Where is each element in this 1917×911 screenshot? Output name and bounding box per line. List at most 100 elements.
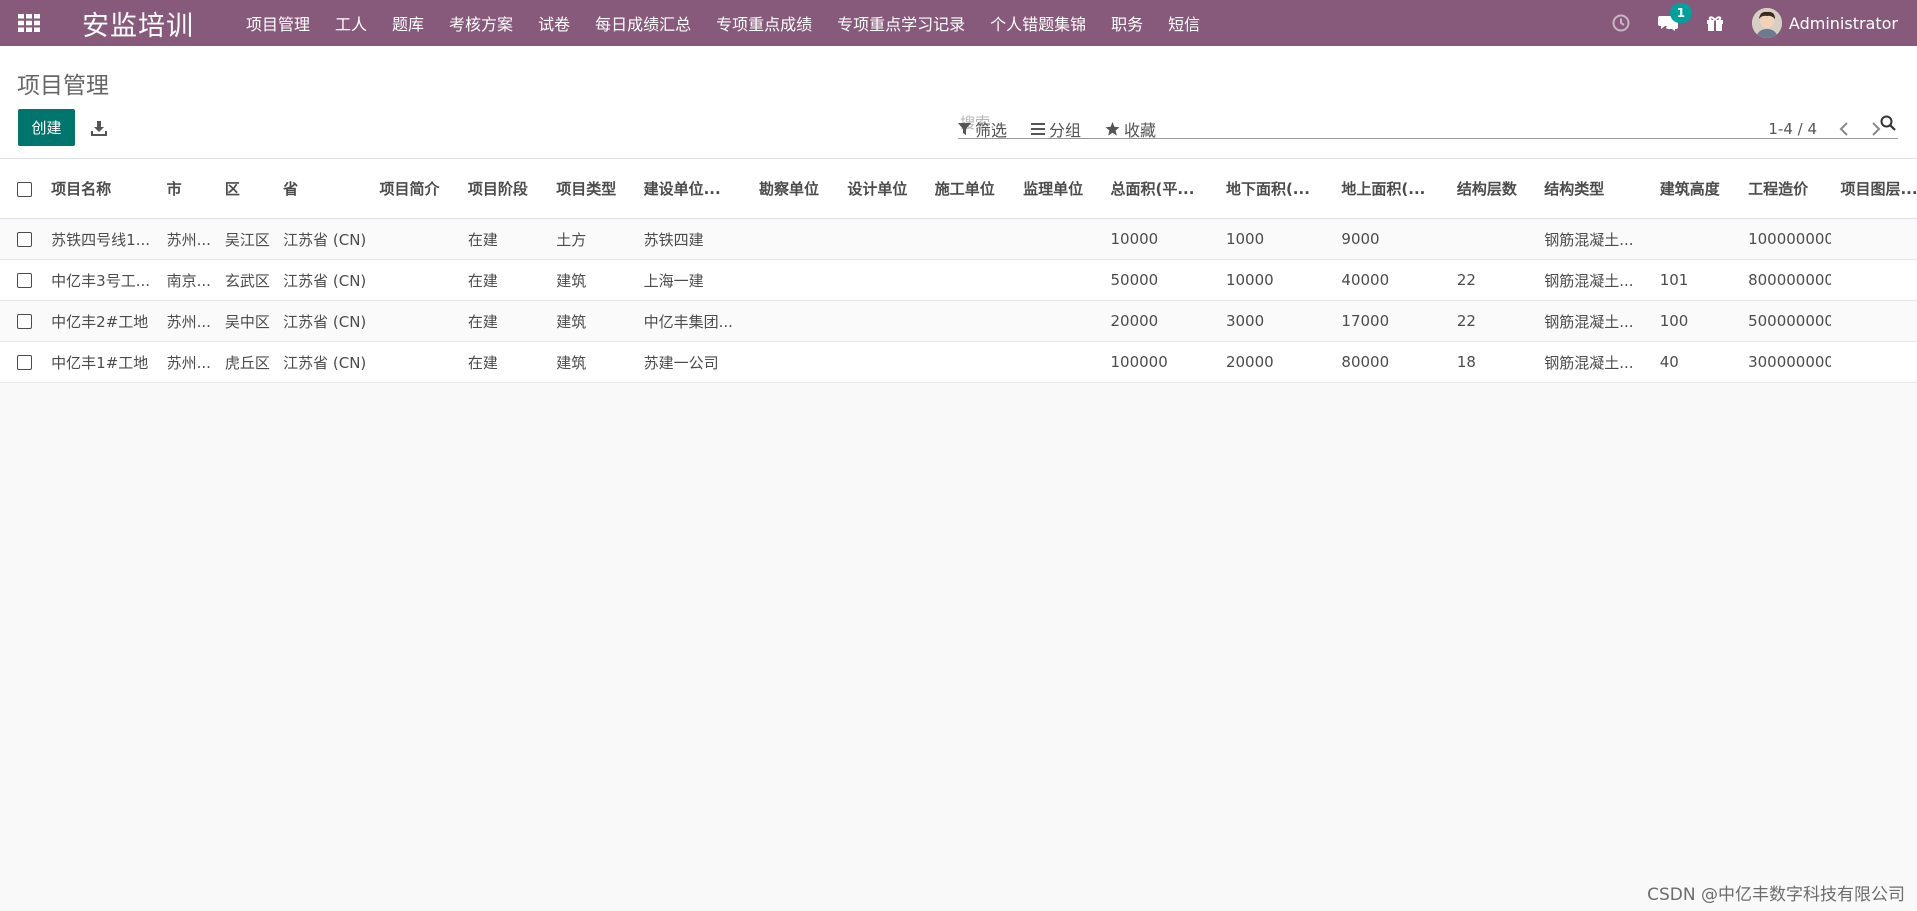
- table-cell[interactable]: 9000: [1332, 218, 1448, 260]
- menu-item-personal-mistakes[interactable]: 个人错题集锦: [990, 11, 1086, 35]
- menu-item-project-management[interactable]: 项目管理: [246, 11, 310, 35]
- table-cell[interactable]: 江苏省 (CN): [274, 300, 371, 342]
- table-cell[interactable]: 上海一建: [634, 259, 751, 301]
- table-cell[interactable]: 虎丘区: [215, 341, 275, 383]
- table-cell[interactable]: 50000: [1101, 259, 1217, 301]
- table-cell[interactable]: 钢筋混凝土...: [1535, 300, 1651, 342]
- table-cell[interactable]: 中亿丰2#工地: [42, 300, 158, 342]
- pager-value[interactable]: 1-4 / 4: [1768, 120, 1817, 138]
- table-cell[interactable]: [925, 218, 1015, 260]
- download-icon[interactable]: [91, 120, 107, 140]
- column-header-aboveground-area[interactable]: 地上面积(...: [1332, 158, 1448, 219]
- column-header-province[interactable]: 省: [274, 158, 371, 219]
- table-cell[interactable]: [750, 300, 839, 342]
- column-header-project-cost[interactable]: 工程造价: [1739, 158, 1832, 219]
- column-header-district[interactable]: 区: [215, 158, 275, 219]
- search-icon[interactable]: [1880, 115, 1896, 135]
- table-cell[interactable]: [370, 218, 459, 260]
- table-cell[interactable]: 100000000: [1739, 218, 1832, 260]
- column-header-total-area[interactable]: 总面积(平...: [1101, 158, 1217, 219]
- table-cell[interactable]: 中亿丰1#工地: [42, 341, 158, 383]
- table-cell[interactable]: 100000: [1101, 341, 1217, 383]
- table-row[interactable]: 苏铁四号线1... 苏州... 吴江区 江苏省 (CN) 在建 土方 苏铁四建 10000 10…: [0, 218, 1917, 260]
- table-cell[interactable]: [1447, 218, 1536, 260]
- table-cell[interactable]: 300000000: [1739, 341, 1832, 383]
- menu-item-special-study-records[interactable]: 专项重点学习记录: [837, 11, 965, 35]
- menu-item-special-scores[interactable]: 专项重点成绩: [716, 11, 812, 35]
- table-cell[interactable]: 40: [1650, 341, 1740, 383]
- table-cell[interactable]: 土方: [547, 218, 635, 260]
- table-cell[interactable]: 40000: [1332, 259, 1448, 301]
- table-cell[interactable]: [838, 218, 926, 260]
- table-cell[interactable]: [1014, 341, 1102, 383]
- table-cell[interactable]: 22: [1447, 259, 1536, 301]
- column-header-type[interactable]: 项目类型: [547, 158, 635, 219]
- column-header-floors[interactable]: 结构层数: [1447, 158, 1536, 219]
- table-row[interactable]: 中亿丰3号工... 南京... 玄武区 江苏省 (CN) 在建 建筑 上海一建 50000 10…: [0, 259, 1917, 301]
- row-checkbox[interactable]: [17, 232, 32, 247]
- column-header-city[interactable]: 市: [157, 158, 216, 219]
- column-header-description[interactable]: 项目简介: [370, 158, 459, 219]
- table-cell[interactable]: 在建: [458, 218, 548, 260]
- column-header-supervisor-unit[interactable]: 监理单位: [1014, 158, 1102, 219]
- chat-icon[interactable]: 1: [1657, 2, 1692, 32]
- table-cell[interactable]: 在建: [458, 259, 548, 301]
- table-cell[interactable]: [925, 259, 1015, 301]
- table-cell[interactable]: [1831, 341, 1917, 383]
- table-cell[interactable]: [838, 259, 926, 301]
- table-cell[interactable]: [370, 300, 459, 342]
- menu-item-workers[interactable]: 工人: [335, 11, 367, 35]
- table-row[interactable]: 中亿丰2#工地 苏州... 吴中区 江苏省 (CN) 在建 建筑 中亿丰集团... 20000…: [0, 300, 1917, 342]
- filter-button[interactable]: 筛选: [958, 117, 1007, 141]
- table-cell[interactable]: 101: [1650, 259, 1740, 301]
- menu-item-exam-paper[interactable]: 试卷: [538, 11, 570, 35]
- table-cell[interactable]: [750, 218, 839, 260]
- table-cell[interactable]: [1014, 300, 1102, 342]
- table-cell[interactable]: 苏州...: [157, 300, 216, 342]
- table-cell[interactable]: [1014, 259, 1102, 301]
- table-cell[interactable]: 10000: [1101, 218, 1217, 260]
- table-cell[interactable]: 20000: [1216, 341, 1333, 383]
- table-cell[interactable]: [370, 341, 459, 383]
- chevron-left-icon[interactable]: [1839, 122, 1849, 136]
- column-header-project-layer[interactable]: 项目图层...: [1831, 158, 1917, 219]
- table-cell[interactable]: 江苏省 (CN): [274, 259, 371, 301]
- menu-item-positions[interactable]: 职务: [1111, 11, 1143, 35]
- table-cell[interactable]: 22: [1447, 300, 1536, 342]
- table-cell[interactable]: [750, 341, 839, 383]
- select-all-checkbox[interactable]: [17, 181, 32, 197]
- table-cell[interactable]: 江苏省 (CN): [274, 218, 371, 260]
- table-cell[interactable]: 20000: [1101, 300, 1217, 342]
- table-cell[interactable]: 苏建一公司: [634, 341, 751, 383]
- menu-item-assessment-plan[interactable]: 考核方案: [449, 11, 513, 35]
- menu-item-sms[interactable]: 短信: [1168, 11, 1200, 35]
- table-cell[interactable]: 800000000: [1739, 259, 1832, 301]
- create-button[interactable]: 创建: [18, 109, 75, 146]
- row-checkbox[interactable]: [17, 273, 32, 288]
- column-header-underground-area[interactable]: 地下面积(...: [1216, 158, 1333, 219]
- menu-item-question-bank[interactable]: 题库: [392, 11, 424, 35]
- table-cell[interactable]: [925, 300, 1015, 342]
- table-cell[interactable]: 中亿丰集团...: [634, 300, 751, 342]
- column-header-builder-unit[interactable]: 施工单位: [925, 158, 1015, 219]
- table-cell[interactable]: 苏铁四建: [634, 218, 751, 260]
- table-cell[interactable]: 钢筋混凝土...: [1535, 341, 1651, 383]
- table-cell[interactable]: 在建: [458, 341, 548, 383]
- table-cell[interactable]: 钢筋混凝土...: [1535, 218, 1651, 260]
- clock-icon[interactable]: [1612, 14, 1630, 32]
- app-title[interactable]: 安监培训: [82, 4, 194, 43]
- table-cell[interactable]: [1831, 218, 1917, 260]
- chevron-right-icon[interactable]: [1871, 122, 1881, 136]
- column-header-structure-type[interactable]: 结构类型: [1535, 158, 1651, 219]
- table-cell[interactable]: 钢筋混凝土...: [1535, 259, 1651, 301]
- table-cell[interactable]: [370, 259, 459, 301]
- column-header-stage[interactable]: 项目阶段: [458, 158, 548, 219]
- table-cell[interactable]: 苏州...: [157, 341, 216, 383]
- table-cell[interactable]: 100: [1650, 300, 1740, 342]
- group-by-button[interactable]: 分组: [1031, 117, 1081, 141]
- menu-item-daily-scores[interactable]: 每日成绩汇总: [595, 11, 691, 35]
- column-header-design-unit[interactable]: 设计单位: [838, 158, 926, 219]
- table-cell[interactable]: 苏州...: [157, 218, 216, 260]
- table-cell[interactable]: [925, 341, 1015, 383]
- table-cell[interactable]: 10000: [1216, 259, 1333, 301]
